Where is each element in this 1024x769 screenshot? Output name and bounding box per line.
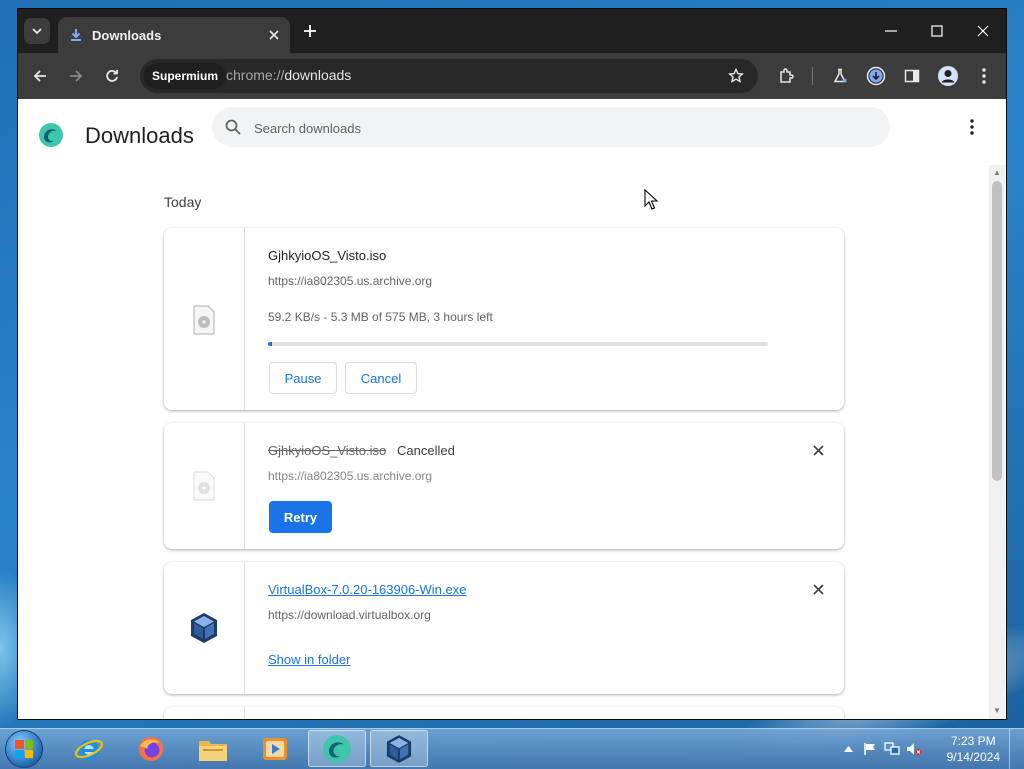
show-desktop-button[interactable] — [1009, 729, 1024, 769]
show-in-folder-link[interactable]: Show in folder — [268, 652, 350, 667]
close-icon — [977, 25, 989, 37]
downloads-toolbar-icon[interactable] — [864, 64, 888, 88]
close-tab-icon[interactable] — [264, 25, 284, 45]
supermium-icon — [323, 734, 351, 763]
download-item-cancelled: GjhkyioOS_Visto.iso Cancelled https://ia… — [164, 423, 844, 549]
page-title: Downloads — [85, 123, 194, 148]
side-panel-icon[interactable] — [900, 64, 924, 88]
page-header: Downloads — [18, 99, 1006, 169]
disc-image-file-icon — [193, 471, 215, 501]
taskbar-file-explorer[interactable] — [184, 730, 242, 767]
remove-item-icon[interactable] — [810, 442, 826, 458]
remove-item-icon[interactable] — [810, 581, 826, 597]
download-item-partial — [164, 707, 844, 719]
taskbar-clock[interactable]: 7:23 PM 9/14/2024 — [947, 733, 1000, 765]
download-source-url: https://download.virtualbox.org — [268, 608, 431, 622]
mouse-cursor-icon — [644, 189, 658, 210]
windows-logo-icon — [15, 740, 33, 758]
profile-chip[interactable]: Supermium — [144, 63, 227, 89]
start-button[interactable] — [6, 731, 42, 767]
taskbar-supermium[interactable] — [308, 730, 366, 767]
download-progress-bar — [268, 342, 768, 346]
page-menu-button[interactable] — [962, 117, 982, 137]
download-icon — [68, 27, 84, 43]
virtualbox-icon — [386, 734, 412, 763]
clock-time: 7:23 PM — [950, 734, 996, 748]
extensions-icon[interactable] — [774, 64, 798, 88]
labs-flask-icon[interactable] — [828, 64, 852, 88]
disc-image-file-icon — [193, 305, 215, 335]
system-tray: 7:23 PM 9/14/2024 — [824, 729, 1024, 769]
virtualbox-icon — [191, 613, 217, 643]
cancel-button[interactable]: Cancel — [345, 362, 417, 394]
page-scrollbar[interactable]: ▲ ▼ — [989, 165, 1005, 719]
pause-button[interactable]: Pause — [269, 362, 337, 394]
download-filename: GjhkyioOS_Visto.iso — [268, 443, 387, 458]
browser-toolbar: Supermium chrome://downloads — [18, 53, 1006, 99]
download-item-in-progress: GjhkyioOS_Visto.iso https://ia802305.us.… — [164, 228, 844, 410]
toolbar-divider — [812, 67, 813, 85]
minimize-icon — [885, 30, 897, 32]
taskbar-media-player[interactable] — [246, 730, 304, 767]
tab-strip: Downloads — [18, 9, 1006, 53]
minimize-button[interactable] — [868, 9, 914, 53]
taskbar-firefox[interactable] — [122, 730, 180, 767]
download-filename[interactable]: GjhkyioOS_Visto.iso — [268, 248, 386, 263]
download-source-url: https://ia802305.us.archive.org — [268, 469, 433, 483]
show-hidden-icons-icon[interactable] — [840, 741, 856, 757]
forward-button[interactable] — [64, 64, 88, 88]
internet-explorer-icon — [74, 739, 104, 760]
profile-avatar-icon[interactable] — [936, 64, 960, 88]
firefox-icon — [139, 736, 163, 761]
taskbar-virtualbox[interactable] — [370, 730, 428, 767]
back-button[interactable] — [28, 64, 52, 88]
url-text[interactable]: chrome://downloads — [226, 67, 351, 83]
date-section-label: Today — [164, 194, 202, 210]
tab-downloads[interactable]: Downloads — [58, 17, 290, 53]
new-tab-button[interactable] — [300, 21, 320, 41]
maximize-icon — [931, 25, 943, 37]
media-player-icon — [263, 737, 287, 760]
chevron-down-icon — [32, 28, 42, 35]
taskbar-internet-explorer[interactable] — [60, 730, 118, 767]
download-progress-fill — [268, 342, 273, 346]
browser-window: Downloads Supermium chrome://downloads D… — [18, 9, 1006, 719]
maximize-button[interactable] — [914, 9, 960, 53]
volume-muted-icon[interactable] — [906, 741, 922, 757]
download-source-url: https://ia802305.us.archive.org — [268, 274, 433, 288]
retry-button[interactable]: Retry — [269, 501, 332, 533]
folder-icon — [199, 740, 227, 761]
reload-icon — [106, 70, 118, 82]
scroll-down-arrow-icon[interactable]: ▼ — [992, 706, 1002, 716]
scrollbar-thumb[interactable] — [992, 181, 1002, 481]
reload-button[interactable] — [100, 64, 124, 88]
address-bar[interactable]: Supermium chrome://downloads — [140, 59, 758, 93]
tab-search-button[interactable] — [24, 18, 50, 44]
plus-icon — [304, 25, 316, 37]
clock-date: 9/14/2024 — [946, 750, 1000, 764]
search-downloads-input[interactable] — [252, 115, 856, 141]
menu-kebab-icon[interactable] — [972, 64, 996, 88]
action-center-flag-icon[interactable] — [862, 741, 878, 757]
download-status-text: Cancelled — [397, 443, 455, 458]
search-downloads-box[interactable] — [212, 107, 890, 147]
download-filename-link[interactable]: VirtualBox-7.0.20-163906-Win.exe — [268, 582, 467, 597]
url-scheme: chrome:// — [226, 67, 285, 83]
close-window-button[interactable] — [960, 9, 1006, 53]
network-icon[interactable] — [884, 741, 900, 757]
download-item-completed: VirtualBox-7.0.20-163906-Win.exe https:/… — [164, 562, 844, 694]
arrow-right-icon — [70, 70, 83, 82]
scroll-up-arrow-icon[interactable]: ▲ — [992, 168, 1002, 178]
supermium-logo-icon — [39, 123, 63, 147]
search-icon — [225, 119, 241, 135]
download-progress-text: 59.2 KB/s - 5.3 MB of 575 MB, 3 hours le… — [268, 310, 493, 324]
more-vert-icon — [970, 119, 974, 135]
downloads-page: Downloads Today GjhkyioOS_Visto.iso http… — [18, 99, 1006, 719]
arrow-left-icon — [33, 70, 46, 82]
url-path: downloads — [284, 67, 352, 83]
tab-title: Downloads — [92, 27, 162, 43]
windows-taskbar: 7:23 PM 9/14/2024 — [0, 728, 1024, 769]
bookmark-star-icon[interactable] — [724, 64, 748, 88]
